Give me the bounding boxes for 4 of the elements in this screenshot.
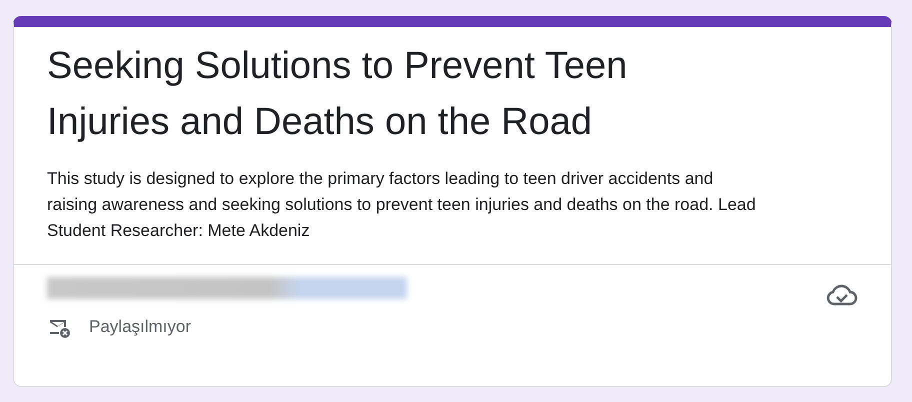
email-status-text: Paylaşılmıyor — [89, 317, 192, 337]
form-description: This study is designed to explore the primary factors leading to teen driver accidents and raising awareness and seeking solutions to prevent teen injuries and deaths on the road. Lead Student Researcher: Mete Akdeniz — [47, 168, 757, 242]
form-title: Seeking Solutions to Prevent Teen Injuries and Deaths on the Road — [47, 44, 628, 145]
cloud-check-icon — [826, 283, 858, 307]
